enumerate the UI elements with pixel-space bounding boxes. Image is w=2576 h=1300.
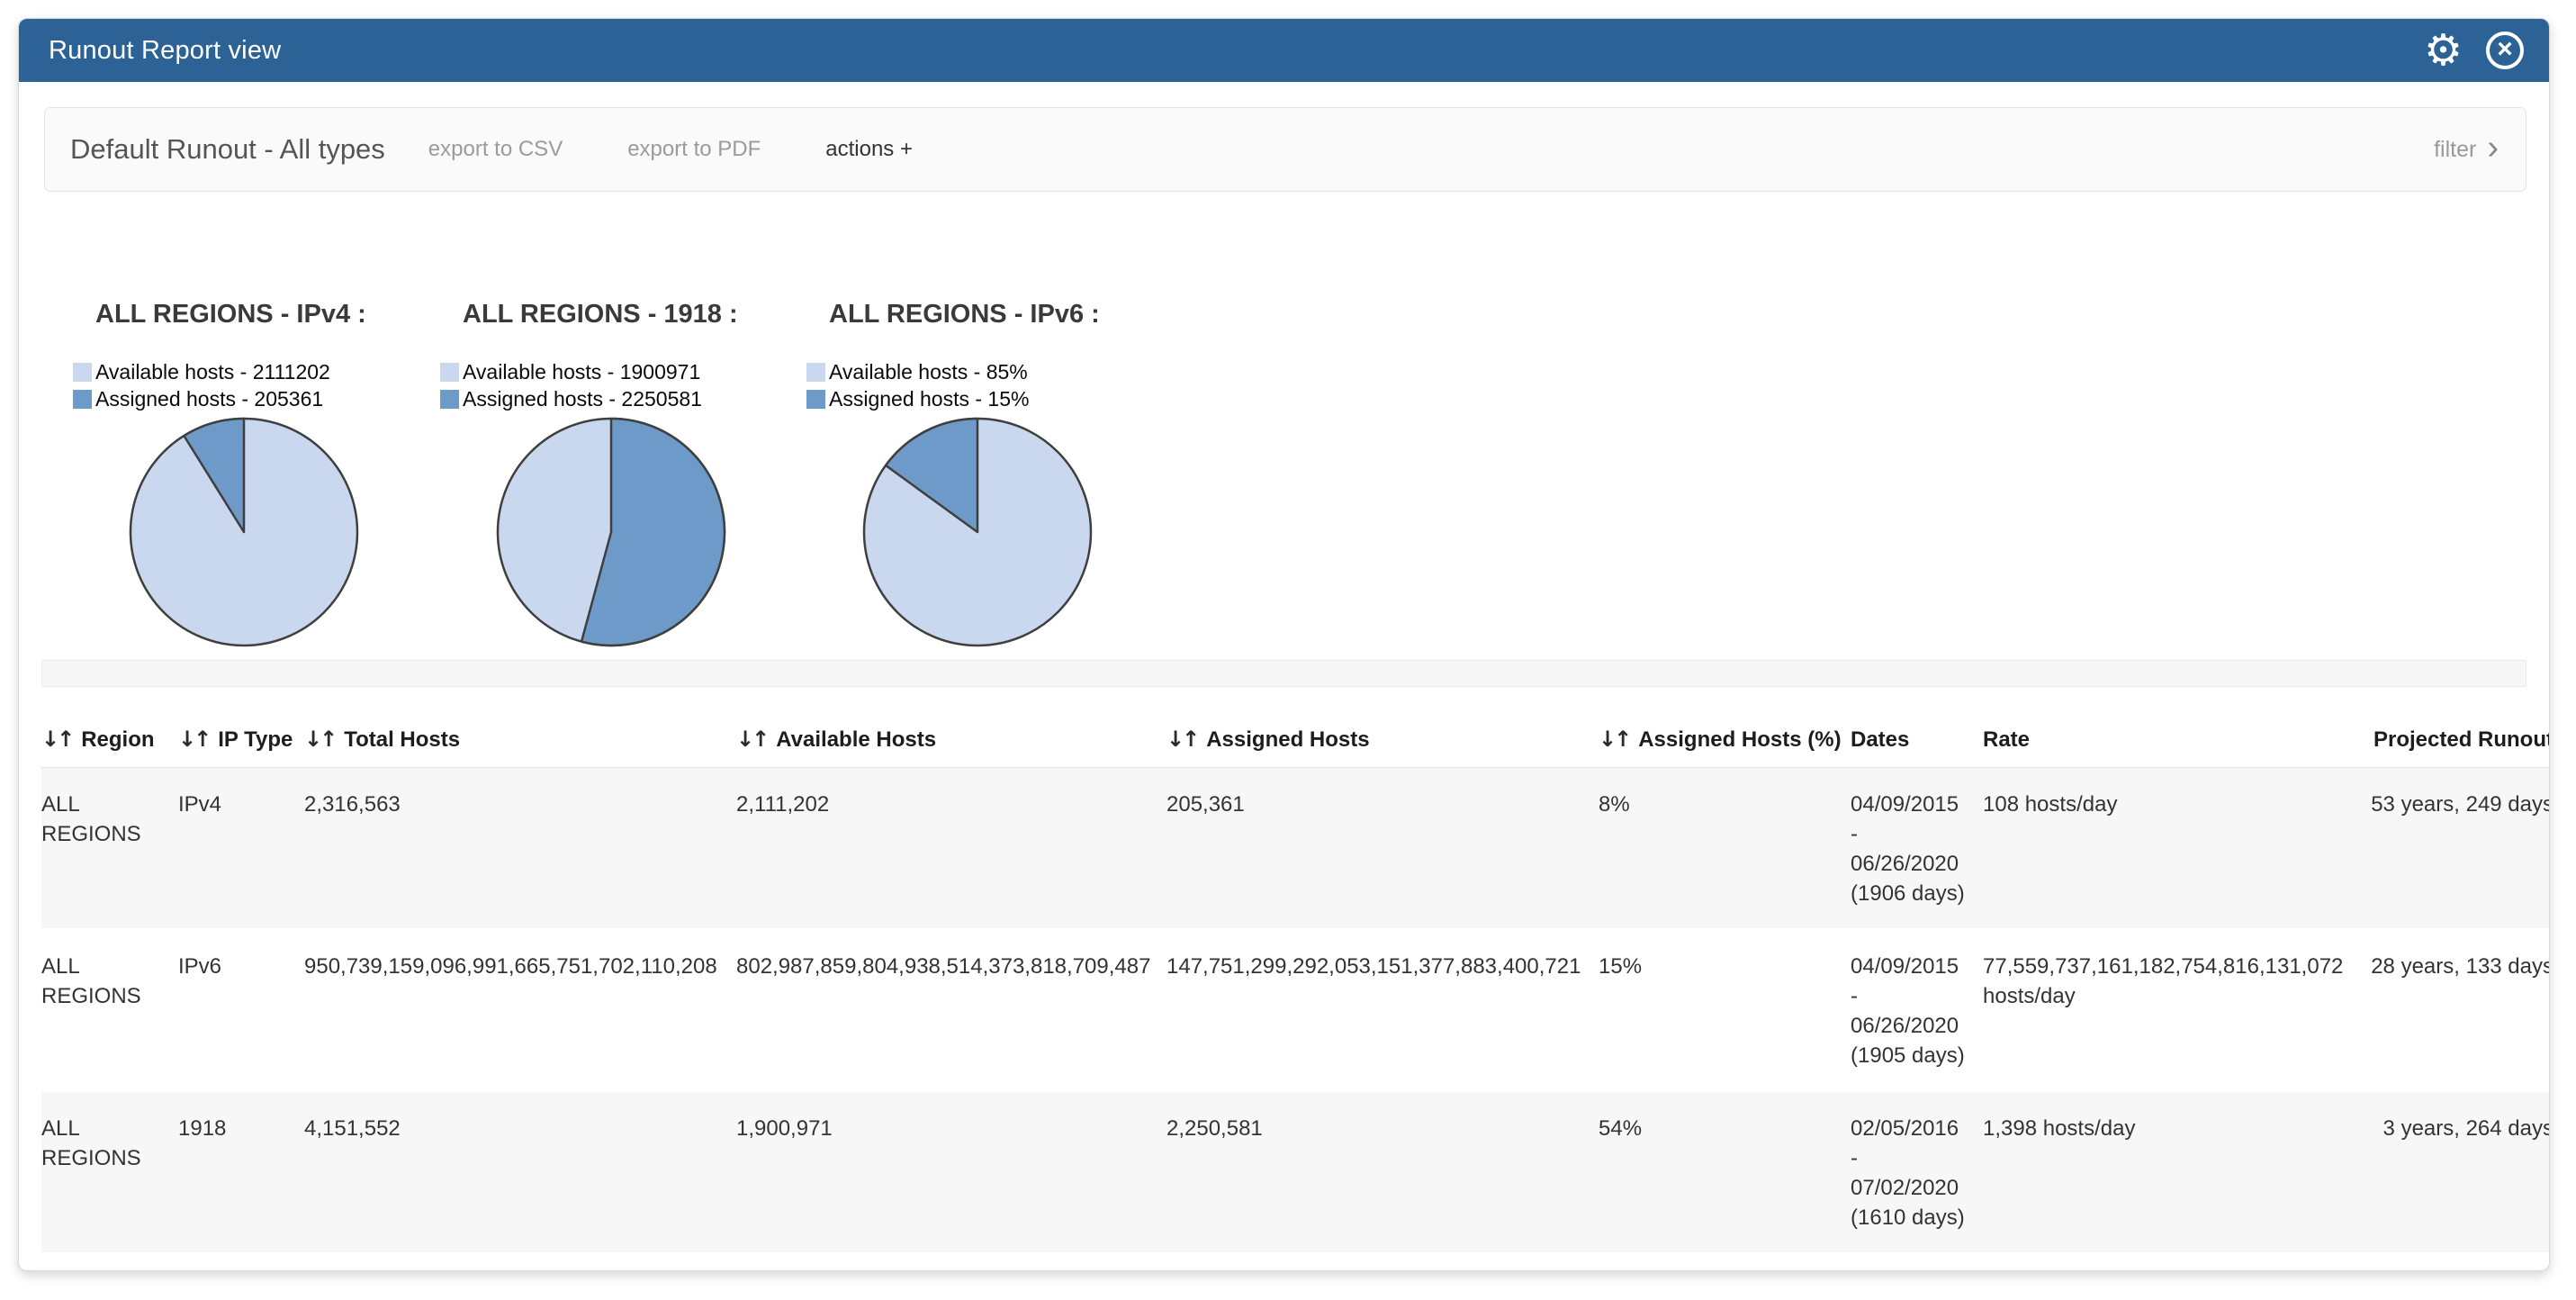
column-header-total-hosts[interactable]: ↓↑Total Hosts [304,705,736,768]
export-pdf-link[interactable]: export to PDF [627,137,761,162]
legend-item-assigned: Assigned hosts - 15% [806,385,1166,412]
cell-dates: 02/05/2016 - 07/02/2020 (1610 days) [1851,1091,1983,1253]
chart-title: ALL REGIONS - IPv4 : [95,300,433,330]
table-row: ALL REGIONS IPv4 2,316,563 2,111,202 205… [41,768,2550,930]
cell-rate: 77,559,737,161,182,754,816,131,072 hosts… [1983,929,2361,1091]
legend-swatch-available [440,363,459,382]
pie-chart-ipv6 [860,414,1094,650]
runout-report-dialog: Runout Report view ⚙ × Default Runout - … [18,18,2550,1271]
chart-ipv6: ALL REGIONS - IPv6 : Available hosts - 8… [806,300,1166,655]
column-header-assigned-hosts[interactable]: ↓↑Assigned Hosts [1166,705,1599,768]
table-row: ALL REGIONS IPv6 950,739,159,096,991,665… [41,929,2550,1091]
sort-arrows-icon: ↓↑ [736,727,767,752]
cell-assigned-hosts: 205,361 [1166,768,1599,930]
cell-dates: 04/09/2015 - 06/26/2020 (1905 days) [1851,929,1983,1091]
sort-arrows-icon: ↓↑ [1599,727,1629,752]
cell-dates: 04/09/2015 - 06/26/2020 (1906 days) [1851,768,1983,930]
filter-toggle[interactable]: filter › [2434,131,2499,168]
chevron-right-icon: › [2487,131,2499,168]
pie-chart-ipv4 [127,414,361,650]
legend-item-available: Available hosts - 1900971 [440,358,800,385]
cell-total-hosts: 2,316,563 [304,768,736,930]
legend-swatch-assigned [440,390,459,409]
cell-assigned-pct: 15% [1599,929,1851,1091]
cell-projected-runout: 28 years, 133 days [2361,929,2550,1091]
cell-available-hosts: 802,987,859,804,938,514,373,818,709,487 [736,929,1166,1091]
cell-total-hosts: 4,151,552 [304,1091,736,1253]
runout-results-table: ↓↑Region ↓↑IP Type ↓↑Total Hosts ↓↑Avail… [41,705,2550,1254]
cell-ip-type: IPv6 [178,929,304,1091]
cell-assigned-hosts: 2,250,581 [1166,1091,1599,1253]
cell-available-hosts: 1,900,971 [736,1091,1166,1253]
cell-assigned-pct: 54% [1599,1091,1851,1253]
chart-legend: Available hosts - 2111202 Assigned hosts… [73,358,433,412]
cell-region: ALL REGIONS [41,768,178,930]
export-csv-link[interactable]: export to CSV [428,137,563,162]
chart-ipv4: ALL REGIONS - IPv4 : Available hosts - 2… [73,300,433,655]
cell-assigned-hosts: 147,751,299,292,053,151,377,883,400,721 [1166,929,1599,1091]
cell-ip-type: 1918 [178,1091,304,1253]
actions-menu-button[interactable]: actions + [825,137,913,162]
close-icon[interactable]: × [2486,32,2524,69]
table-row: ALL REGIONS 1918 4,151,552 1,900,971 2,2… [41,1091,2550,1253]
legend-item-assigned: Assigned hosts - 205361 [73,385,433,412]
cell-available-hosts: 2,111,202 [736,768,1166,930]
legend-swatch-available [806,363,825,382]
cell-total-hosts: 950,739,159,096,991,665,751,702,110,208 [304,929,736,1091]
charts-section: ALL REGIONS - IPv4 : Available hosts - 2… [73,300,2549,653]
sort-arrows-icon: ↓↑ [1166,727,1197,752]
sort-arrows-icon: ↓↑ [304,727,335,752]
chart-legend: Available hosts - 1900971 Assigned hosts… [440,358,800,412]
chart-title: ALL REGIONS - 1918 : [463,300,800,330]
cell-rate: 1,398 hosts/day [1983,1091,2361,1253]
cell-projected-runout: 53 years, 249 days [2361,768,2550,930]
chart-footer-strip [41,660,2526,687]
chart-1918: ALL REGIONS - 1918 : Available hosts - 1… [440,300,800,655]
column-header-assigned-pct[interactable]: ↓↑Assigned Hosts (%) [1599,705,1851,768]
filter-label: filter [2434,137,2476,163]
cell-projected-runout: 3 years, 264 days [2361,1091,2550,1253]
sort-arrows-icon: ↓↑ [41,727,72,752]
column-header-rate: Rate [1983,705,2361,768]
legend-item-assigned: Assigned hosts - 2250581 [440,385,800,412]
legend-item-available: Available hosts - 2111202 [73,358,433,385]
column-header-region[interactable]: ↓↑Region [41,705,178,768]
dialog-title: Runout Report view [49,36,281,66]
cell-region: ALL REGIONS [41,1091,178,1253]
chart-title: ALL REGIONS - IPv6 : [829,300,1166,330]
settings-gear-icon[interactable]: ⚙ [2424,29,2463,72]
report-view-title: Default Runout - All types [70,133,385,166]
cell-region: ALL REGIONS [41,929,178,1091]
cell-ip-type: IPv4 [178,768,304,930]
pie-chart-1918 [494,414,728,650]
column-header-available-hosts[interactable]: ↓↑Available Hosts [736,705,1166,768]
cell-rate: 108 hosts/day [1983,768,2361,930]
dialog-titlebar: Runout Report view ⚙ × [19,19,2549,82]
legend-item-available: Available hosts - 85% [806,358,1166,385]
column-header-ip-type[interactable]: ↓↑IP Type [178,705,304,768]
column-header-dates: Dates [1851,705,1983,768]
chart-legend: Available hosts - 85% Assigned hosts - 1… [806,358,1166,412]
legend-swatch-assigned [806,390,825,409]
cell-assigned-pct: 8% [1599,768,1851,930]
table-header-row: ↓↑Region ↓↑IP Type ↓↑Total Hosts ↓↑Avail… [41,705,2550,768]
sort-arrows-icon: ↓↑ [178,727,209,752]
legend-swatch-assigned [73,390,92,409]
legend-swatch-available [73,363,92,382]
column-header-projected-runout: Projected Runout [2361,705,2550,768]
report-toolbar: Default Runout - All types export to CSV… [44,107,2526,192]
